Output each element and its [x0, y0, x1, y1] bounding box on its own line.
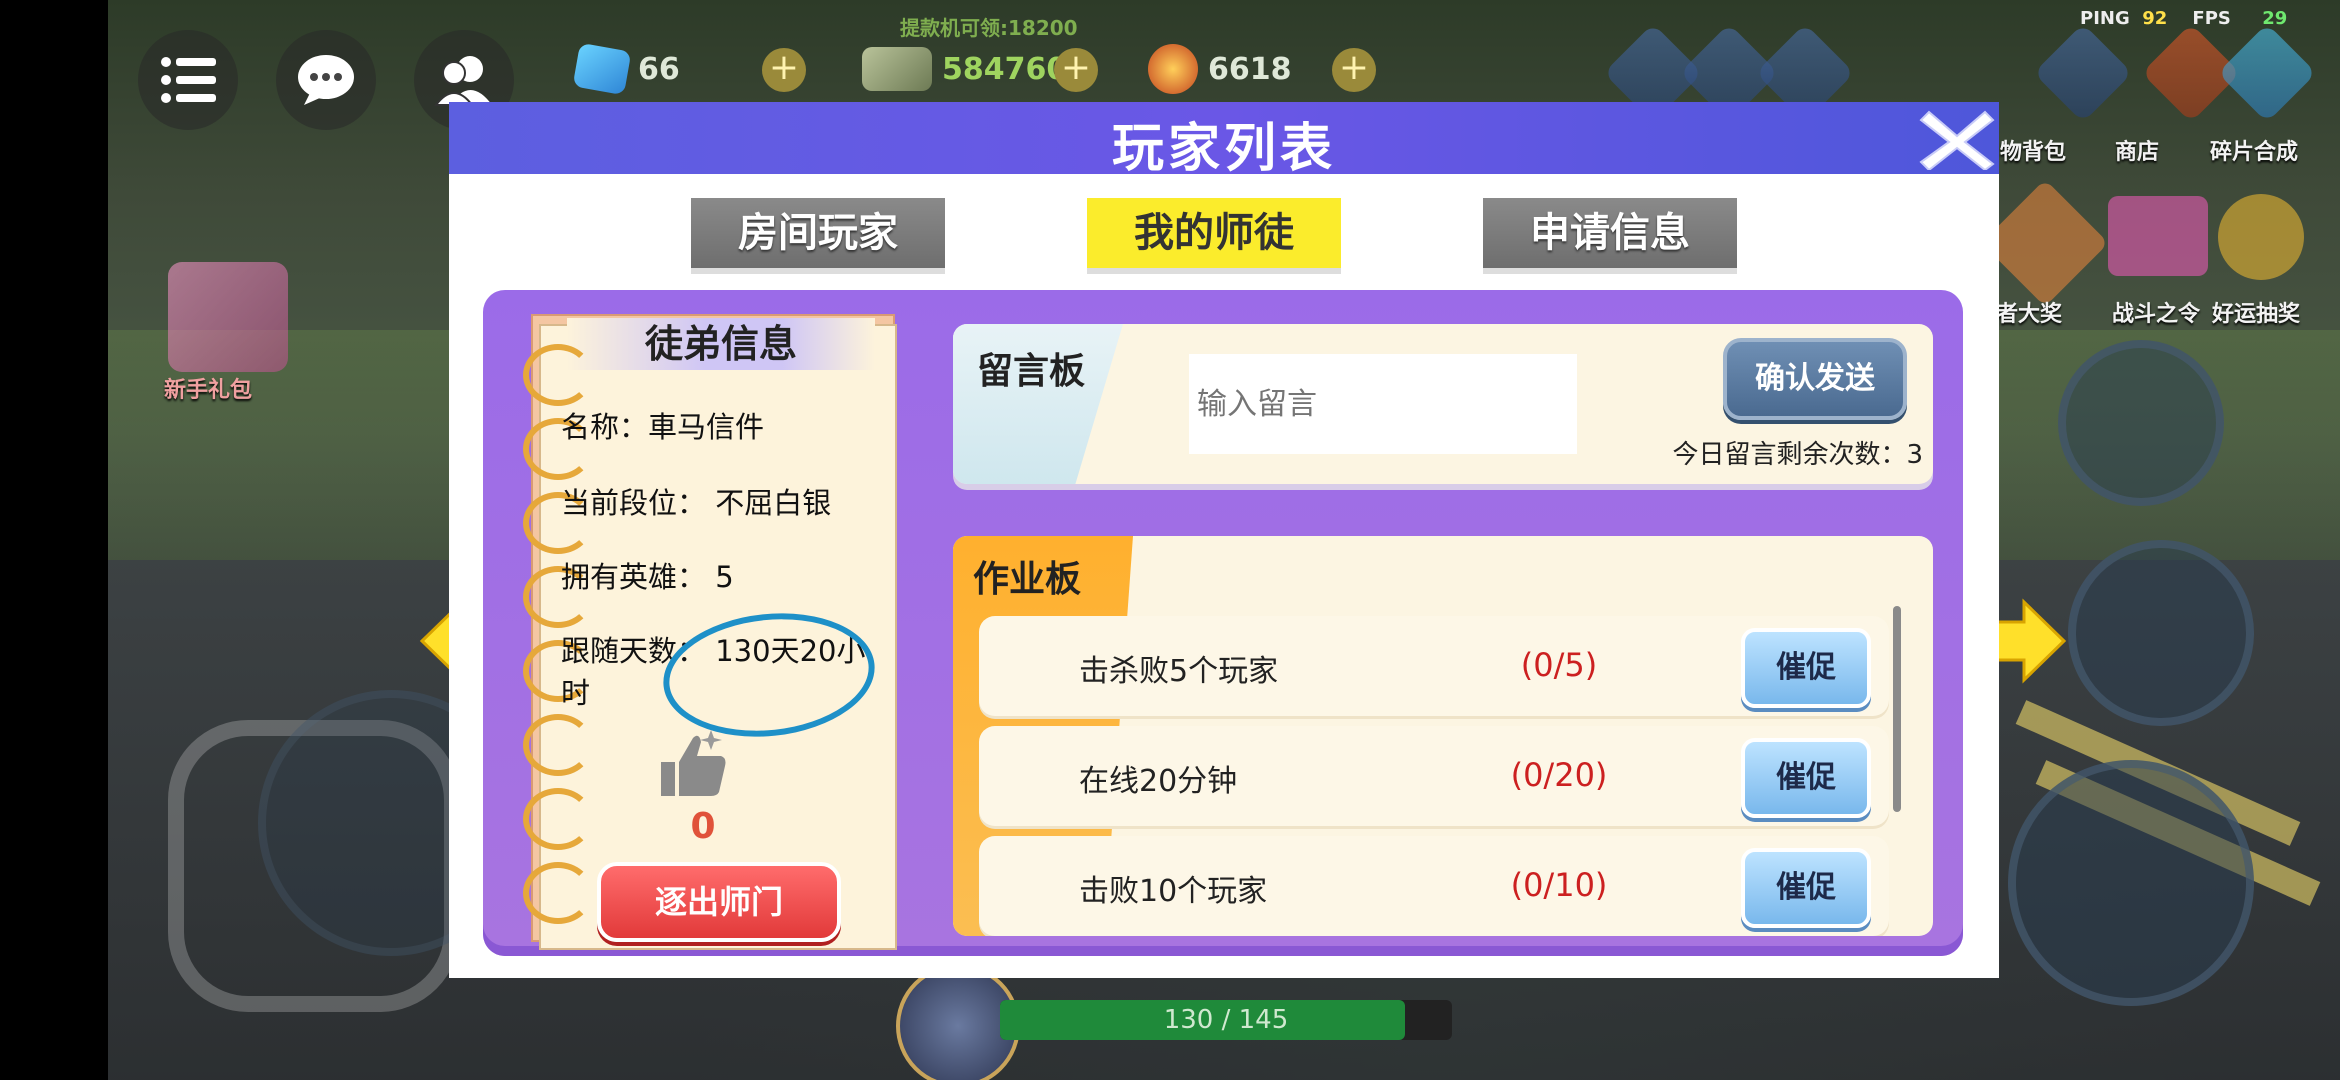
fragment-synthesis-icon[interactable] [2212, 23, 2322, 128]
task-progress: (0/10) [1510, 866, 1608, 904]
likes-count: 0 [690, 806, 716, 847]
grand-prize-label: 者大奖 [1996, 302, 2063, 327]
pet-bag-icon[interactable] [2028, 23, 2138, 128]
thumbs-up-icon[interactable] [659, 728, 729, 798]
fragment-synthesis-label: 碎片合成 [2210, 140, 2299, 165]
lucky-draw-label: 好运抽奖 [2212, 302, 2301, 327]
tab-room-players[interactable]: 房间玩家 [691, 198, 945, 274]
cash-counter: 584760 [862, 44, 1067, 94]
cash-icon [862, 47, 932, 91]
mentorship-content: 徒弟信息 名称：車马信件 当前段位： 不屈白银 拥有英雄： 5 跟随天数： 13… [483, 290, 1963, 956]
dialog-title: 玩家列表 [1111, 119, 1336, 179]
task-name: 击败10个玩家 [1079, 874, 1268, 909]
chat-bubble-icon [298, 55, 354, 105]
task-row: 在线20分钟 (0/20) 催促 [979, 726, 1889, 826]
urge-button[interactable]: 催促 [1741, 628, 1871, 708]
ping-label: PING [2080, 8, 2130, 29]
binder-ring [523, 714, 593, 776]
task-name: 击杀败5个玩家 [1079, 654, 1279, 689]
homework-board: 作业板 击杀败5个玩家 (0/5) 催促 在线20分钟 (0/20) 催促 击败… [953, 536, 1933, 936]
urge-button[interactable]: 催促 [1741, 738, 1871, 818]
lucky-draw-icon[interactable] [2218, 194, 2304, 280]
add-trophies-button[interactable]: + [1332, 48, 1376, 92]
expel-button[interactable]: 逐出师门 [597, 862, 841, 942]
gem-icon [572, 42, 632, 96]
hp-text: 130 / 145 [1163, 1005, 1289, 1035]
trophy-value: 6618 [1208, 51, 1292, 87]
task-progress: (0/20) [1510, 756, 1608, 794]
confirm-send-button[interactable]: 确认发送 [1723, 338, 1907, 420]
cash-value: 584760 [942, 51, 1068, 87]
people-icon [434, 56, 492, 106]
apprentice-name: 名称：車马信件 [561, 410, 765, 444]
task-name: 在线20分钟 [1079, 764, 1238, 799]
list-icon [161, 57, 216, 103]
add-cash-button[interactable]: + [1054, 48, 1098, 92]
message-input[interactable] [1189, 354, 1577, 454]
gems-value: 66 [638, 51, 680, 87]
pet-bag-label: 物背包 [2000, 140, 2067, 165]
next-arrow-icon[interactable] [1988, 596, 2068, 686]
apprentice-rank: 当前段位： 不屈白银 [561, 486, 832, 520]
ping-value: 92 [2142, 8, 2168, 29]
binder-ring [523, 862, 593, 924]
tab-my-mentorship[interactable]: 我的师徒 [1087, 198, 1341, 274]
network-stats: PING 92 FPS 29 [2080, 8, 2287, 29]
message-board: 留言板 确认发送 今日留言剩余次数：3 [953, 324, 1933, 484]
task-row: 击杀败5个玩家 (0/5) 催促 [979, 616, 1889, 716]
battle-pass-icon[interactable] [2108, 196, 2208, 276]
fps-value: 29 [2262, 8, 2288, 29]
grand-prize-icon[interactable] [1981, 179, 2109, 307]
urge-button[interactable]: 催促 [1741, 848, 1871, 928]
homework-board-title: 作业板 [973, 559, 1082, 600]
task-row: 击败10个玩家 (0/10) 催促 [979, 836, 1889, 936]
menu-button[interactable] [138, 30, 238, 130]
attack-button[interactable] [2008, 760, 2254, 1006]
gems-counter: 66 [572, 42, 680, 96]
hp-bar: 130 / 145 [1000, 1000, 1452, 1040]
message-board-title: 留言板 [977, 351, 1086, 392]
player-list-dialog: 玩家列表 房间玩家 我的师徒 申请信息 徒弟信息 名称：車马信件 当前段位： 不… [449, 102, 1999, 978]
remaining-messages: 今日留言剩余次数：3 [1672, 440, 1923, 470]
battle-pass-label: 战斗之令 [2112, 302, 2201, 327]
task-list-scrollbar[interactable] [1893, 606, 1901, 812]
close-icon[interactable] [1919, 106, 1995, 170]
dialog-header: 玩家列表 [449, 102, 1999, 179]
tab-applications[interactable]: 申请信息 [1483, 198, 1737, 274]
skill-button[interactable] [2058, 340, 2224, 506]
ultimate-skill-button[interactable] [2068, 540, 2254, 726]
add-gems-button[interactable]: + [762, 48, 806, 92]
newbie-gift-label[interactable]: 新手礼包 [164, 372, 252, 404]
apprentice-info-title: 徒弟信息 [567, 318, 875, 370]
withdraw-tip: 提款机可领:18200 [900, 16, 1078, 40]
task-progress: (0/5) [1520, 646, 1598, 684]
gift-box-icon[interactable] [168, 262, 288, 372]
shop-label: 商店 [2115, 140, 2160, 165]
fps-label: FPS [2192, 8, 2231, 29]
apprentice-notebook: 徒弟信息 名称：車马信件 当前段位： 不屈白银 拥有英雄： 5 跟随天数： 13… [523, 314, 897, 950]
binder-ring [523, 344, 593, 406]
binder-ring [523, 788, 593, 850]
apprentice-heroes: 拥有英雄： 5 [561, 560, 734, 594]
trophy-icon [1148, 44, 1198, 94]
trophy-counter: 6618 [1148, 44, 1292, 94]
chat-button[interactable] [276, 30, 376, 130]
